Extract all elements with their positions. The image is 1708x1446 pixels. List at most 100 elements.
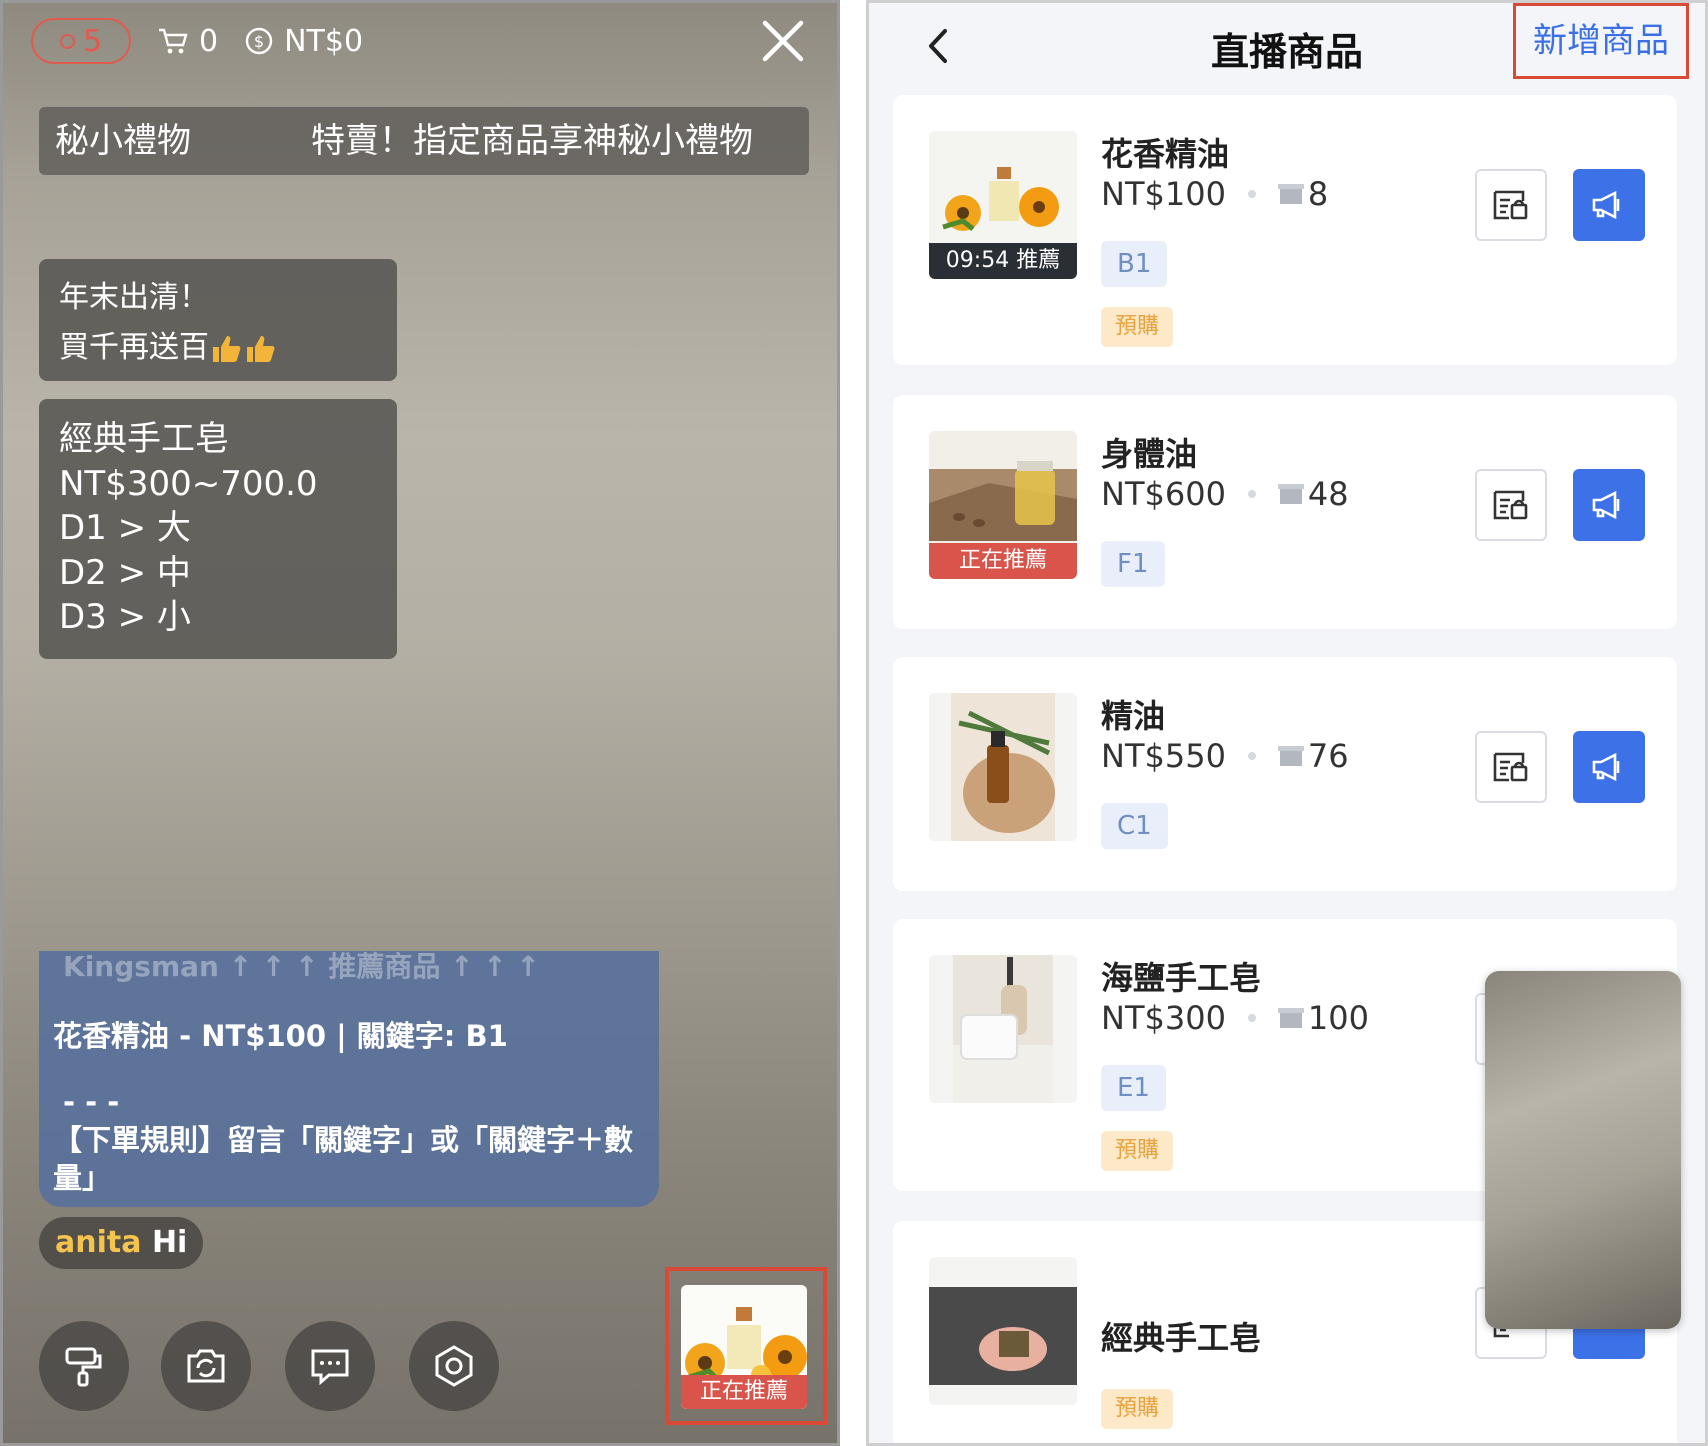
edit-product-icon <box>1493 190 1528 220</box>
product-price-row: NT$300 100 <box>1101 999 1369 1037</box>
product-price-row: NT$600 48 <box>1101 475 1349 513</box>
stock-box-icon <box>1277 184 1304 204</box>
floating-live-preview[interactable] <box>1485 971 1681 1329</box>
product-msg-line: D2 > 中 <box>59 552 191 593</box>
settings-icon <box>435 1345 473 1387</box>
keyword-tag: F1 <box>1101 541 1165 587</box>
comment-text: Hi <box>151 1225 188 1260</box>
edit-product-button[interactable] <box>1475 169 1547 241</box>
thumbs-up-icon <box>247 335 275 362</box>
pinned-recommendation: 花香精油 - NT$100 | 關鍵字: B1 - - - 【下單規則】留言「關… <box>39 951 659 1207</box>
product-name: 花香精油 <box>1101 135 1230 173</box>
viewer-dot-icon <box>59 33 75 49</box>
product-thumbnail: 正在推薦 <box>929 431 1077 579</box>
product-stock: 76 <box>1307 737 1349 775</box>
now-recommending-label: 正在推薦 <box>681 1375 807 1409</box>
essential-oil-bottle-image <box>929 693 1077 841</box>
close-icon[interactable] <box>759 17 807 65</box>
product-price-row: NT$100 8 <box>1101 175 1328 213</box>
product-stock: 100 <box>1307 999 1369 1037</box>
separator-dot <box>1247 190 1256 198</box>
product-name: 經典手工皂 <box>1101 1319 1262 1357</box>
chat-button[interactable] <box>285 1321 375 1411</box>
comment-user: anita <box>55 1225 142 1260</box>
product-price: NT$300 <box>1101 999 1226 1037</box>
coin-icon: $ <box>245 27 273 55</box>
recommend-button[interactable] <box>1573 169 1645 241</box>
chat-comment: anita Hi <box>39 1217 204 1269</box>
settings-button[interactable] <box>409 1321 499 1411</box>
product-card[interactable]: 正在推薦 身體油 NT$600 48 F1 <box>893 395 1677 629</box>
product-price-row: NT$550 76 <box>1101 737 1349 775</box>
product-msg-line: 經典手工皂 <box>59 419 229 459</box>
product-message: 經典手工皂 NT$300~700.0 D1 > 大 D2 > 中 D3 > 小 <box>39 399 397 659</box>
camera-switch-icon <box>187 1349 225 1383</box>
now-recommending-widget[interactable]: 正在推薦 <box>665 1267 827 1425</box>
svg-text:$: $ <box>254 32 264 51</box>
preorder-tag: 預購 <box>1101 1131 1174 1171</box>
product-stock: 48 <box>1307 475 1349 513</box>
promo-line2-row: 買千再送百 <box>59 323 377 373</box>
announcement-marquee: 秘小禮物 特賣！指定商品享神秘小禮物 <box>39 107 809 175</box>
promo-message: 年末出清！ 買千再送百 <box>39 259 397 381</box>
add-product-button[interactable]: 新增商品 <box>1513 3 1689 79</box>
now-recommending-badge: 正在推薦 <box>929 543 1077 579</box>
cart-icon <box>159 28 188 54</box>
product-card[interactable]: 精油 NT$550 76 C1 <box>893 657 1677 891</box>
keyword-tag: E1 <box>1101 1065 1166 1111</box>
top-stats-bar: 5 0 $ NT$0 <box>31 17 363 65</box>
cart-stat: 0 <box>157 24 218 59</box>
product-msg-line: D3 > 小 <box>59 597 191 637</box>
separator-dot <box>1247 1014 1256 1022</box>
edit-product-icon <box>1493 752 1528 782</box>
preorder-tag: 預購 <box>1101 307 1174 347</box>
header-bar: 直播商品 新增商品 <box>869 3 1705 91</box>
product-price: NT$100 <box>1101 175 1226 213</box>
viewer-count: 5 <box>82 23 103 59</box>
recommend-time-badge: 09:54 推薦 <box>929 243 1077 279</box>
stock-box-icon <box>1277 1008 1304 1028</box>
promo-line2: 買千再送百 <box>59 330 209 365</box>
product-name: 海鹽手工皂 <box>1101 959 1262 997</box>
cart-count: 0 <box>199 23 219 59</box>
pinned-header: Kingsman ↑ ↑ ↑ 推薦商品 ↑ ↑ ↑ <box>63 950 540 983</box>
pinned-product-line: 花香精油 - NT$100 | 關鍵字: B1 <box>53 1019 508 1053</box>
chat-icon <box>311 1349 349 1386</box>
live-stream-panel: 5 0 $ NT$0 秘小禮物 特賣！指定商品享神秘小禮物 年末出清！ 買千再送… <box>0 0 840 1446</box>
product-card[interactable]: 09:54 推薦 花香精油 NT$100 8 B1 預購 <box>893 95 1677 365</box>
sales-stat: $ NT$0 <box>244 24 363 59</box>
pinned-divider: - - - <box>63 1085 120 1119</box>
product-msg-line: NT$300~700.0 <box>59 463 318 504</box>
paint-roller-icon <box>65 1347 102 1387</box>
megaphone-icon <box>1592 752 1620 782</box>
keyword-tag: C1 <box>1101 803 1168 849</box>
pinned-order-rule: 【下單規則】留言「關鍵字」或「關鍵字＋數量」 <box>53 1123 634 1195</box>
live-products-panel: 直播商品 新增商品 09:54 推薦 花香精油 NT$100 8 B1 預購 正… <box>866 0 1708 1446</box>
product-stock: 8 <box>1307 175 1329 213</box>
product-thumbnail: 09:54 推薦 <box>929 131 1077 279</box>
beauty-filter-button[interactable] <box>39 1321 129 1411</box>
product-thumbnail <box>929 955 1077 1103</box>
product-price: NT$600 <box>1101 475 1226 513</box>
megaphone-icon <box>1592 490 1620 520</box>
megaphone-icon <box>1592 190 1620 220</box>
marquee-text-right: 特賣！指定商品享神秘小禮物 <box>311 121 753 161</box>
recommended-product-thumbnail: 正在推薦 <box>681 1285 807 1409</box>
promo-line1: 年末出清！ <box>59 280 209 315</box>
stock-box-icon <box>1277 484 1304 504</box>
recommend-button[interactable] <box>1573 469 1645 541</box>
keyword-tag: B1 <box>1101 241 1168 287</box>
edit-product-button[interactable] <box>1475 469 1547 541</box>
edit-product-button[interactable] <box>1475 731 1547 803</box>
viewer-count-badge: 5 <box>31 18 131 64</box>
switch-camera-button[interactable] <box>161 1321 251 1411</box>
separator-dot <box>1247 490 1256 498</box>
marquee-text-left: 秘小禮物 <box>55 121 191 161</box>
product-name: 身體油 <box>1101 435 1198 473</box>
sea-salt-soap-image <box>929 955 1077 1103</box>
recommend-button[interactable] <box>1573 731 1645 803</box>
preorder-tag: 預購 <box>1101 1389 1174 1429</box>
sales-total: NT$0 <box>284 23 364 59</box>
stock-box-icon <box>1277 746 1304 766</box>
product-name: 精油 <box>1101 697 1166 735</box>
